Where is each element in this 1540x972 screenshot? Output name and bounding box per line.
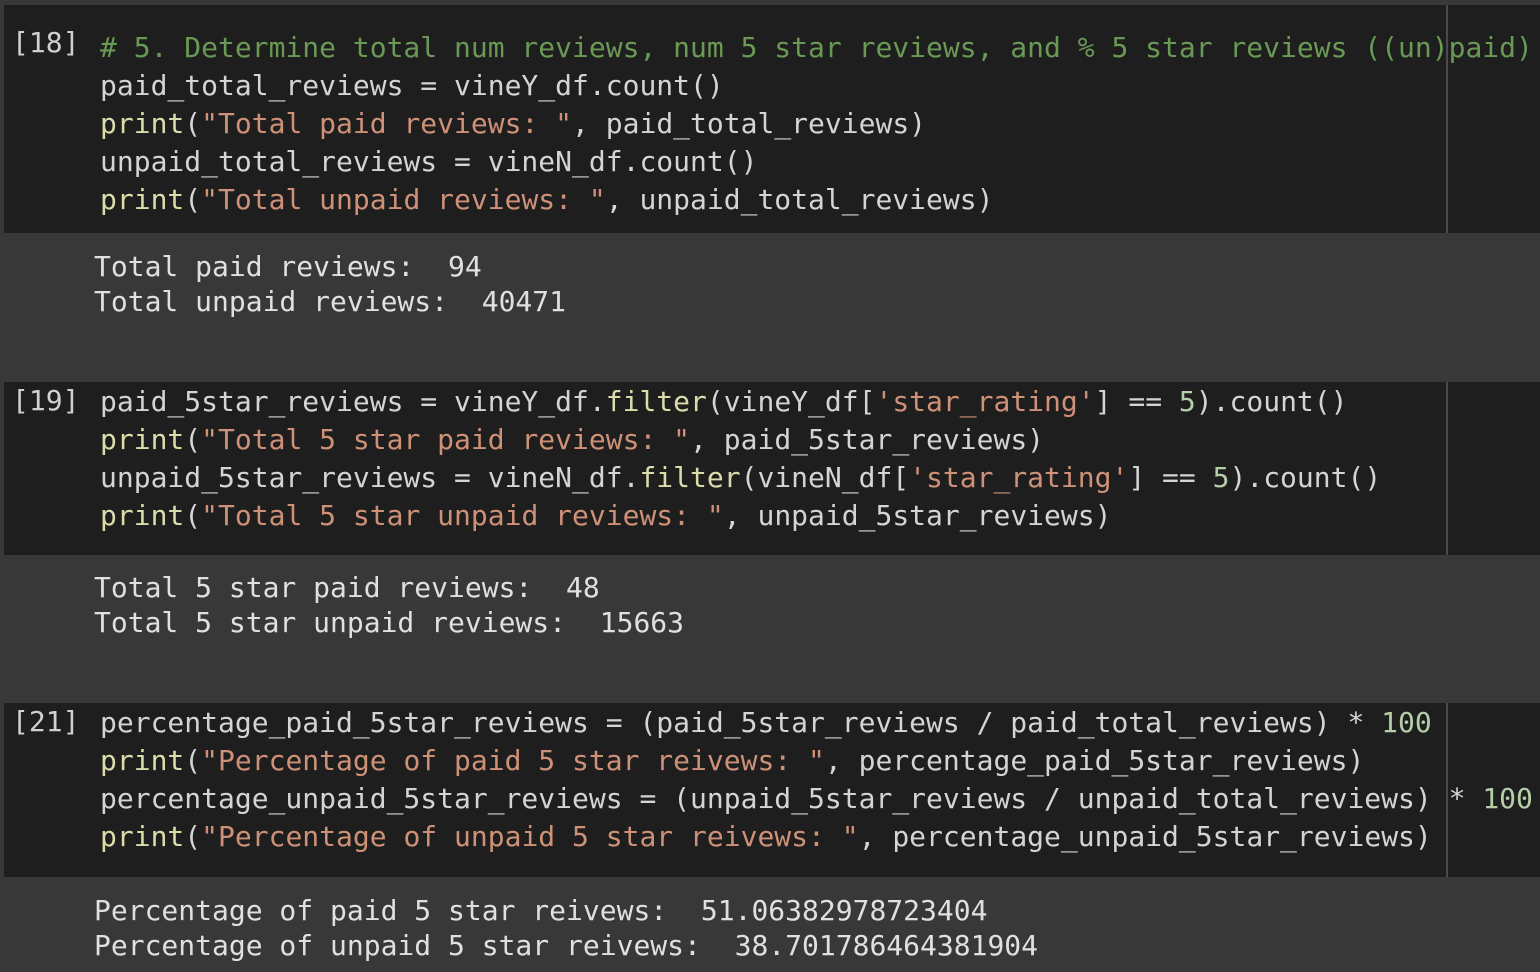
code-token-plain: ( (184, 499, 202, 532)
output-line: Total 5 star paid reviews: 48 (94, 571, 600, 604)
code-line: percentage_paid_5star_reviews = (paid_5s… (100, 704, 1533, 742)
code-token-num: 100 (1381, 706, 1432, 739)
code-token-plain: ] == (1094, 385, 1179, 418)
execution-count: [18] (12, 26, 80, 59)
code-token-plain: paid_total_reviews = vineY_df.count() (100, 69, 724, 102)
code-token-plain: unpaid_5star_reviews = vineN_df. (100, 461, 640, 494)
code-token-plain: ( (184, 423, 202, 456)
code-line: print("Total unpaid reviews: ", unpaid_t… (100, 181, 1533, 219)
code-line: # 5. Determine total num reviews, num 5 … (100, 29, 1533, 67)
code-editor[interactable]: [19] paid_5star_reviews = vineY_df.filte… (4, 382, 1540, 555)
execution-count: [21] (12, 705, 80, 738)
code-token-plain: ).count() (1195, 385, 1348, 418)
code-token-num: 5 (1212, 461, 1230, 494)
code-token-plain: , unpaid_5star_reviews) (723, 499, 1112, 532)
cell-output: Percentage of paid 5 star reivews: 51.06… (4, 877, 1540, 972)
code-token-plain: , percentage_unpaid_5star_reviews) (858, 820, 1432, 853)
cell-output: Total paid reviews: 94 Total unpaid revie… (4, 233, 1540, 362)
code-token-string: "Total 5 star unpaid reviews: " (201, 499, 724, 532)
code-token-plain: ( (184, 183, 202, 216)
code-token-plain: ] == (1128, 461, 1213, 494)
code-token-string: "Total unpaid reviews: " (201, 183, 606, 216)
code-token-string: "Percentage of paid 5 star reivews: " (201, 744, 825, 777)
code-editor[interactable]: [18] # 5. Determine total num reviews, n… (4, 5, 1540, 233)
code-token-num: 5 (1178, 385, 1196, 418)
code-token-string: "Percentage of unpaid 5 star reivews: " (201, 820, 859, 853)
code-token-func: print (100, 744, 185, 777)
output-lines: Total paid reviews: 94 Total unpaid revie… (94, 249, 566, 319)
code-token-plain: , paid_total_reviews) (572, 107, 927, 140)
code-line: unpaid_5star_reviews = vineN_df.filter(v… (100, 459, 1381, 497)
execution-count: [19] (12, 384, 80, 417)
output-line: Percentage of paid 5 star reivews: 51.06… (94, 894, 988, 927)
code-lines[interactable]: percentage_paid_5star_reviews = (paid_5s… (100, 704, 1533, 856)
code-token-func: print (100, 107, 185, 140)
code-token-plain: (vineY_df[ (706, 385, 876, 418)
code-token-plain: percentage_paid_5star_reviews = (paid_5s… (100, 706, 1382, 739)
code-lines[interactable]: # 5. Determine total num reviews, num 5 … (100, 29, 1533, 219)
code-line: unpaid_total_reviews = vineN_df.count() (100, 143, 1533, 181)
output-line: Total 5 star unpaid reviews: 15663 (94, 606, 685, 639)
code-token-func: print (100, 820, 185, 853)
code-line: print("Total 5 star unpaid reviews: ", u… (100, 497, 1381, 535)
code-token-func: print (100, 499, 185, 532)
code-token-plain: ( (184, 744, 202, 777)
code-line: percentage_unpaid_5star_reviews = (unpai… (100, 780, 1533, 818)
code-line: paid_5star_reviews = vineY_df.filter(vin… (100, 383, 1381, 421)
code-editor[interactable]: [21] percentage_paid_5star_reviews = (pa… (4, 703, 1540, 877)
code-line: print("Percentage of unpaid 5 star reive… (100, 818, 1533, 856)
code-token-func: print (100, 183, 185, 216)
code-line: print("Total 5 star paid reviews: ", pai… (100, 421, 1381, 459)
code-token-plain: (vineN_df[ (740, 461, 910, 494)
code-token-plain: percentage_unpaid_5star_reviews = (unpai… (100, 782, 1483, 815)
code-lines[interactable]: paid_5star_reviews = vineY_df.filter(vin… (100, 383, 1381, 535)
code-token-string: "Total 5 star paid reviews: " (201, 423, 691, 456)
code-token-plain: unpaid_total_reviews = vineN_df.count() (100, 145, 758, 178)
line-length-ruler (1446, 703, 1448, 877)
code-line: print("Percentage of paid 5 star reivews… (100, 742, 1533, 780)
output-line: Total paid reviews: 94 (94, 250, 482, 283)
output-lines: Total 5 star paid reviews: 48 Total 5 sta… (94, 570, 684, 640)
code-token-plain: , percentage_paid_5star_reviews) (824, 744, 1365, 777)
code-token-num: 100 (1482, 782, 1533, 815)
code-token-func: filter (639, 461, 741, 494)
code-token-plain: , unpaid_total_reviews) (605, 183, 994, 216)
code-token-plain: paid_5star_reviews = vineY_df. (100, 385, 606, 418)
code-line: paid_total_reviews = vineY_df.count() (100, 67, 1533, 105)
code-token-plain: ).count() (1229, 461, 1382, 494)
code-token-string: 'star_rating' (909, 461, 1129, 494)
line-length-ruler (1446, 382, 1448, 555)
code-token-string: "Total paid reviews: " (201, 107, 573, 140)
output-line: Total unpaid reviews: 40471 (94, 285, 567, 318)
code-token-string: 'star_rating' (875, 385, 1095, 418)
code-token-comment: # 5. Determine total num reviews, num 5 … (100, 31, 1533, 64)
code-token-func: filter (605, 385, 707, 418)
output-lines: Percentage of paid 5 star reivews: 51.06… (94, 893, 1038, 963)
cell-output: Total 5 star paid reviews: 48 Total 5 sta… (4, 555, 1540, 683)
code-token-plain: , paid_5star_reviews) (690, 423, 1045, 456)
code-token-plain: ( (184, 107, 202, 140)
line-length-ruler (1446, 5, 1448, 233)
code-token-plain: ( (184, 820, 202, 853)
output-line: Percentage of unpaid 5 star reivews: 38.… (94, 929, 1039, 962)
code-line: print("Total paid reviews: ", paid_total… (100, 105, 1533, 143)
code-token-func: print (100, 423, 185, 456)
